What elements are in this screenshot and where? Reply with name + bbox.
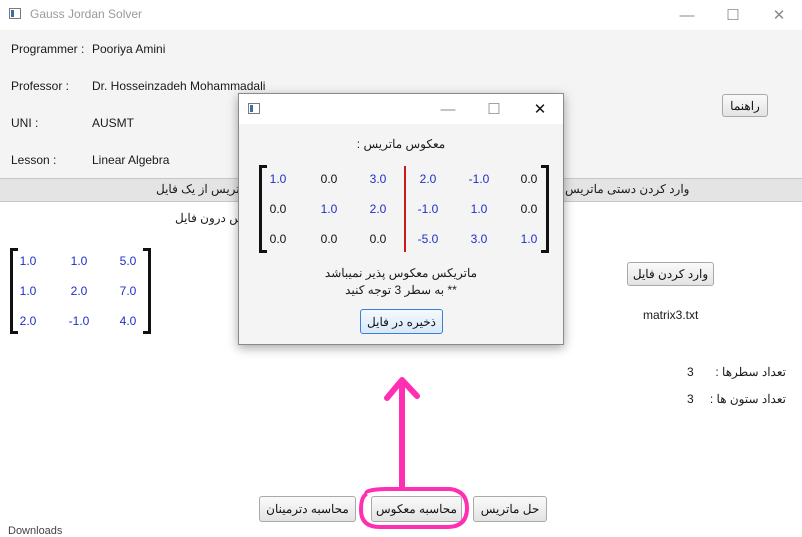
inverse-cell: 0.0	[520, 172, 538, 186]
inverse-cell: 1.0	[269, 172, 287, 186]
matrix-cell: 4.0	[119, 314, 137, 328]
cols-label: تعداد ستون ها :	[709, 392, 786, 406]
inverse-cell: 1.0	[320, 202, 338, 216]
close-button[interactable]: ✕	[756, 0, 802, 30]
professor-value: Dr. Hosseinzadeh Mohammadali	[92, 79, 266, 93]
dialog-message-line1: ماتریکس معکوس پذیر نمیباشد	[324, 266, 478, 280]
inverse-dialog: — ☐ ✕ معکوس ماتریس : 1.0 0.0 3.0 0.0 1.0…	[238, 93, 564, 345]
file-name: matrix3.txt	[643, 308, 699, 322]
programmer-value: Pooriya Amini	[92, 42, 166, 56]
matrix-cell: 2.0	[19, 314, 37, 328]
minimize-button[interactable]: —	[664, 0, 710, 30]
load-file-button[interactable]: وارد کردن فایل	[627, 262, 714, 286]
lesson-value: Linear Algebra	[92, 153, 170, 167]
dialog-close-button[interactable]: ✕	[517, 94, 563, 124]
uni-label: UNI :	[11, 116, 39, 130]
matrix-cell: 2.0	[70, 284, 88, 298]
inverse-cell: 3.0	[369, 172, 387, 186]
dialog-app-icon	[248, 103, 260, 114]
inverse-cell: 0.0	[320, 232, 338, 246]
app-icon	[9, 8, 21, 19]
inverse-cell: 2.0	[419, 172, 437, 186]
inverse-cell: 0.0	[520, 202, 538, 216]
window-title: Gauss Jordan Solver	[30, 7, 143, 21]
solve-button[interactable]: حل ماتریس	[473, 496, 547, 522]
inverse-cell: 0.0	[269, 202, 287, 216]
annotation-overlay	[358, 377, 470, 529]
annotation-arrow	[384, 377, 420, 491]
inverse-cell: 3.0	[470, 232, 488, 246]
matrix-cell: 7.0	[119, 284, 137, 298]
matrix-cell: -1.0	[68, 314, 90, 328]
matrix-cell: 1.0	[70, 254, 88, 268]
help-button[interactable]: راهنما	[722, 94, 768, 117]
dialog-heading: معکوس ماتریس :	[356, 137, 446, 151]
inverse-cell: -1.0	[468, 172, 490, 186]
programmer-label: Programmer :	[11, 42, 85, 56]
inverse-cell: 0.0	[369, 232, 387, 246]
dialog-maximize-button[interactable]: ☐	[471, 94, 517, 124]
determinant-button[interactable]: محاسبه دترمینان	[259, 496, 356, 522]
dialog-minimize-button[interactable]: —	[425, 94, 471, 124]
lesson-label: Lesson :	[11, 153, 57, 167]
rows-value: 3	[687, 365, 694, 379]
maximize-button[interactable]: ☐	[710, 0, 756, 30]
matrix-cell: 1.0	[19, 254, 37, 268]
tab-manual-label: وارد کردن دستی ماتریس	[565, 182, 690, 196]
inverse-cell: 1.0	[470, 202, 488, 216]
save-to-file-button[interactable]: ذخیره در فایل	[360, 309, 443, 334]
dialog-message-line2: ** به سطر 3 توجه کنید	[345, 283, 457, 297]
uni-value: AUSMT	[92, 116, 134, 130]
professor-label: Professor :	[11, 79, 70, 93]
annotation-circle	[358, 487, 470, 529]
augment-divider	[404, 166, 406, 252]
partial-bottom-text: Downloads	[8, 525, 63, 537]
matrix-cell: 1.0	[19, 284, 37, 298]
inverse-cell: 2.0	[369, 202, 387, 216]
inverse-cell: 1.0	[520, 232, 538, 246]
cols-value: 3	[687, 392, 694, 406]
inverse-cell: -1.0	[417, 202, 439, 216]
inverse-cell: -5.0	[417, 232, 439, 246]
inverse-cell: 0.0	[320, 172, 338, 186]
matrix-cell: 5.0	[119, 254, 137, 268]
rows-label: تعداد سطرها :	[715, 365, 786, 379]
inverse-cell: 0.0	[269, 232, 287, 246]
